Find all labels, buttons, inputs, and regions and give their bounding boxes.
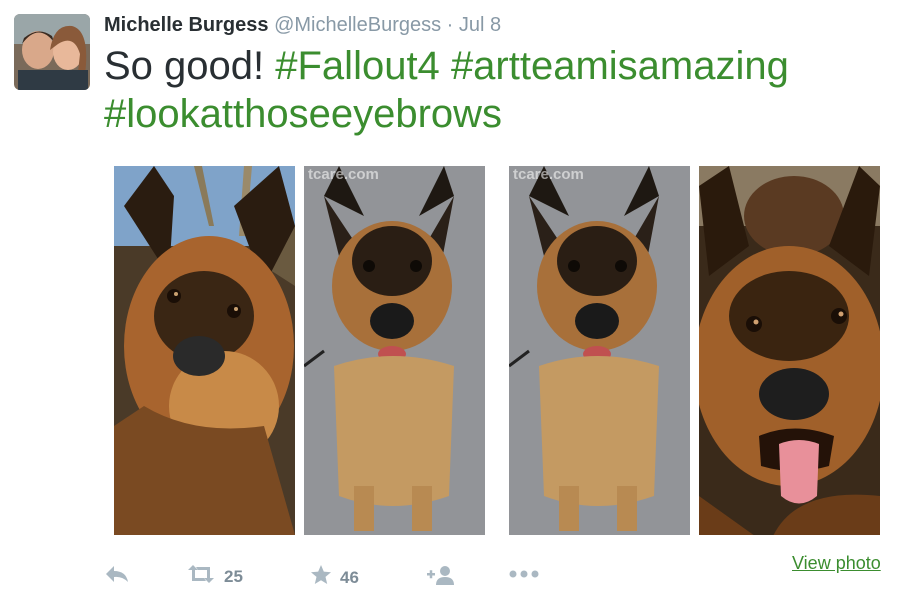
favorite-button[interactable]: 46 xyxy=(310,564,359,591)
retweet-count: 25 xyxy=(224,566,243,586)
favorite-count: 46 xyxy=(340,567,359,587)
tweet-photo-3[interactable]: tcare.com xyxy=(509,166,690,535)
more-button[interactable] xyxy=(508,564,540,589)
view-photo-link[interactable]: View photo xyxy=(792,553,881,574)
reply-icon xyxy=(104,564,130,589)
avatar[interactable] xyxy=(14,14,90,90)
hashtag-lookatthoseeyebrows[interactable]: #lookatthoseeyebrows xyxy=(104,92,502,136)
tweet-photo-2[interactable]: tcare.com xyxy=(304,166,485,535)
star-icon xyxy=(310,564,332,591)
more-icon xyxy=(508,564,540,589)
tweet-photo-4[interactable] xyxy=(699,166,880,535)
tweet-actions: 25 46 xyxy=(104,556,894,596)
follow-icon xyxy=(426,564,456,591)
hashtag-fallout4[interactable]: #Fallout4 xyxy=(275,44,440,88)
tweet-header: Michelle Burgess @MichelleBurgess · Jul … xyxy=(104,14,501,37)
photo-watermark: tcare.com xyxy=(513,166,584,183)
hashtag-artteamisamazing[interactable]: #artteamisamazing xyxy=(451,44,789,88)
author-handle[interactable]: @MichelleBurgess xyxy=(274,14,441,36)
tweet-photo-1[interactable] xyxy=(114,166,295,535)
tweet-text-plain: So good! xyxy=(104,44,276,88)
retweet-button[interactable]: 25 xyxy=(186,564,243,589)
reply-button[interactable] xyxy=(104,564,130,589)
photo-watermark: tcare.com xyxy=(308,166,379,183)
retweet-icon xyxy=(186,564,216,589)
tweet-date[interactable]: Jul 8 xyxy=(459,14,501,36)
author-name[interactable]: Michelle Burgess xyxy=(104,14,269,36)
header-separator: · xyxy=(446,14,454,36)
follow-button[interactable] xyxy=(426,564,456,591)
tweet-text: So good! #Fallout4 #artteamisamazing #lo… xyxy=(104,42,884,138)
